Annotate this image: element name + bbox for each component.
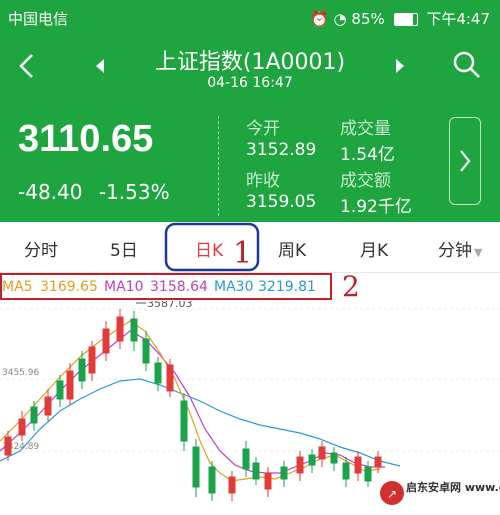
tab-minute[interactable]: 分钟 ▼: [438, 236, 482, 261]
tab-5day[interactable]: 5日: [110, 236, 138, 261]
open-value: 3152.89: [246, 140, 317, 160]
chart-period-tabs: 分时 5日 日K 周K 月K 分钟 ▼ 1: [0, 222, 500, 273]
carrier-label: 中国电信: [8, 10, 69, 28]
current-price: 3110.65: [18, 118, 154, 160]
quote-timestamp: 04-16 16:47: [207, 75, 293, 91]
kline-chart[interactable]: 3455.96 3324.89 3587.03 ↗ 启东安卓网 www.: [0, 301, 500, 515]
tab-monthly-k[interactable]: 月K: [360, 236, 388, 261]
divider: [218, 116, 219, 216]
turnover-value: 1.92千亿: [340, 197, 412, 217]
quote-header: 中国电信 ⏰ ◔ 85% 下午4:47 上证指数(1A0001) 04-16 1…: [0, 0, 500, 222]
tab-intraday[interactable]: 分时: [24, 236, 58, 261]
search-icon[interactable]: [452, 50, 482, 80]
change-value: -48.40: [18, 180, 83, 204]
svg-text:启东安卓网 www.qdltdq.com: 启东安卓网 www.qdltdq.com: [406, 480, 500, 494]
tab-weekly-k[interactable]: 周K: [278, 236, 306, 261]
ma-indicator-bar: MA5 3169.65 MA10 3158.64 MA30 3219.81 2: [0, 270, 500, 303]
change-percent: -1.53%: [98, 180, 170, 204]
dropdown-triangle-icon: ▼: [474, 246, 483, 259]
high-marker-label: 3587.03: [147, 301, 193, 310]
wifi-icon: ◔: [333, 10, 347, 28]
volume-label: 成交量: [340, 119, 391, 139]
price-change: -48.40 -1.53%: [18, 180, 180, 204]
battery-label: 85%: [351, 10, 385, 28]
prev-close-label: 昨收: [246, 171, 280, 191]
clock-label: 下午4:47: [426, 10, 490, 28]
tab-minute-label: 分钟: [438, 241, 472, 261]
open-label: 今开: [246, 119, 280, 139]
status-bar: 中国电信 ⏰ ◔ 85% 下午4:47: [0, 0, 500, 34]
watermark: ↗ 启东安卓网 www.qdltdq.com: [380, 480, 500, 505]
next-stock-icon[interactable]: [394, 58, 406, 74]
stock-title: 上证指数(1A0001): [154, 50, 346, 75]
annotation-box-2: [0, 273, 332, 300]
turnover-label: 成交额: [340, 171, 391, 191]
annotation-number-1: 1: [233, 236, 253, 271]
candlesticks: [4, 309, 382, 501]
y-axis-label-high: 3455.96: [2, 368, 39, 378]
more-details-button[interactable]: [449, 117, 481, 205]
battery-icon: [393, 13, 418, 26]
prev-close-value: 3159.05: [246, 192, 317, 212]
alarm-icon: ⏰: [310, 10, 329, 28]
candle-down: [30, 311, 372, 501]
status-right: ⏰ ◔ 85% 下午4:47: [310, 8, 490, 29]
grid-lines: [0, 308, 500, 452]
chevron-right-icon: [460, 150, 471, 172]
annotation-number-2: 2: [342, 270, 360, 303]
svg-text:↗: ↗: [387, 487, 397, 501]
volume-value: 1.54亿: [340, 145, 395, 165]
